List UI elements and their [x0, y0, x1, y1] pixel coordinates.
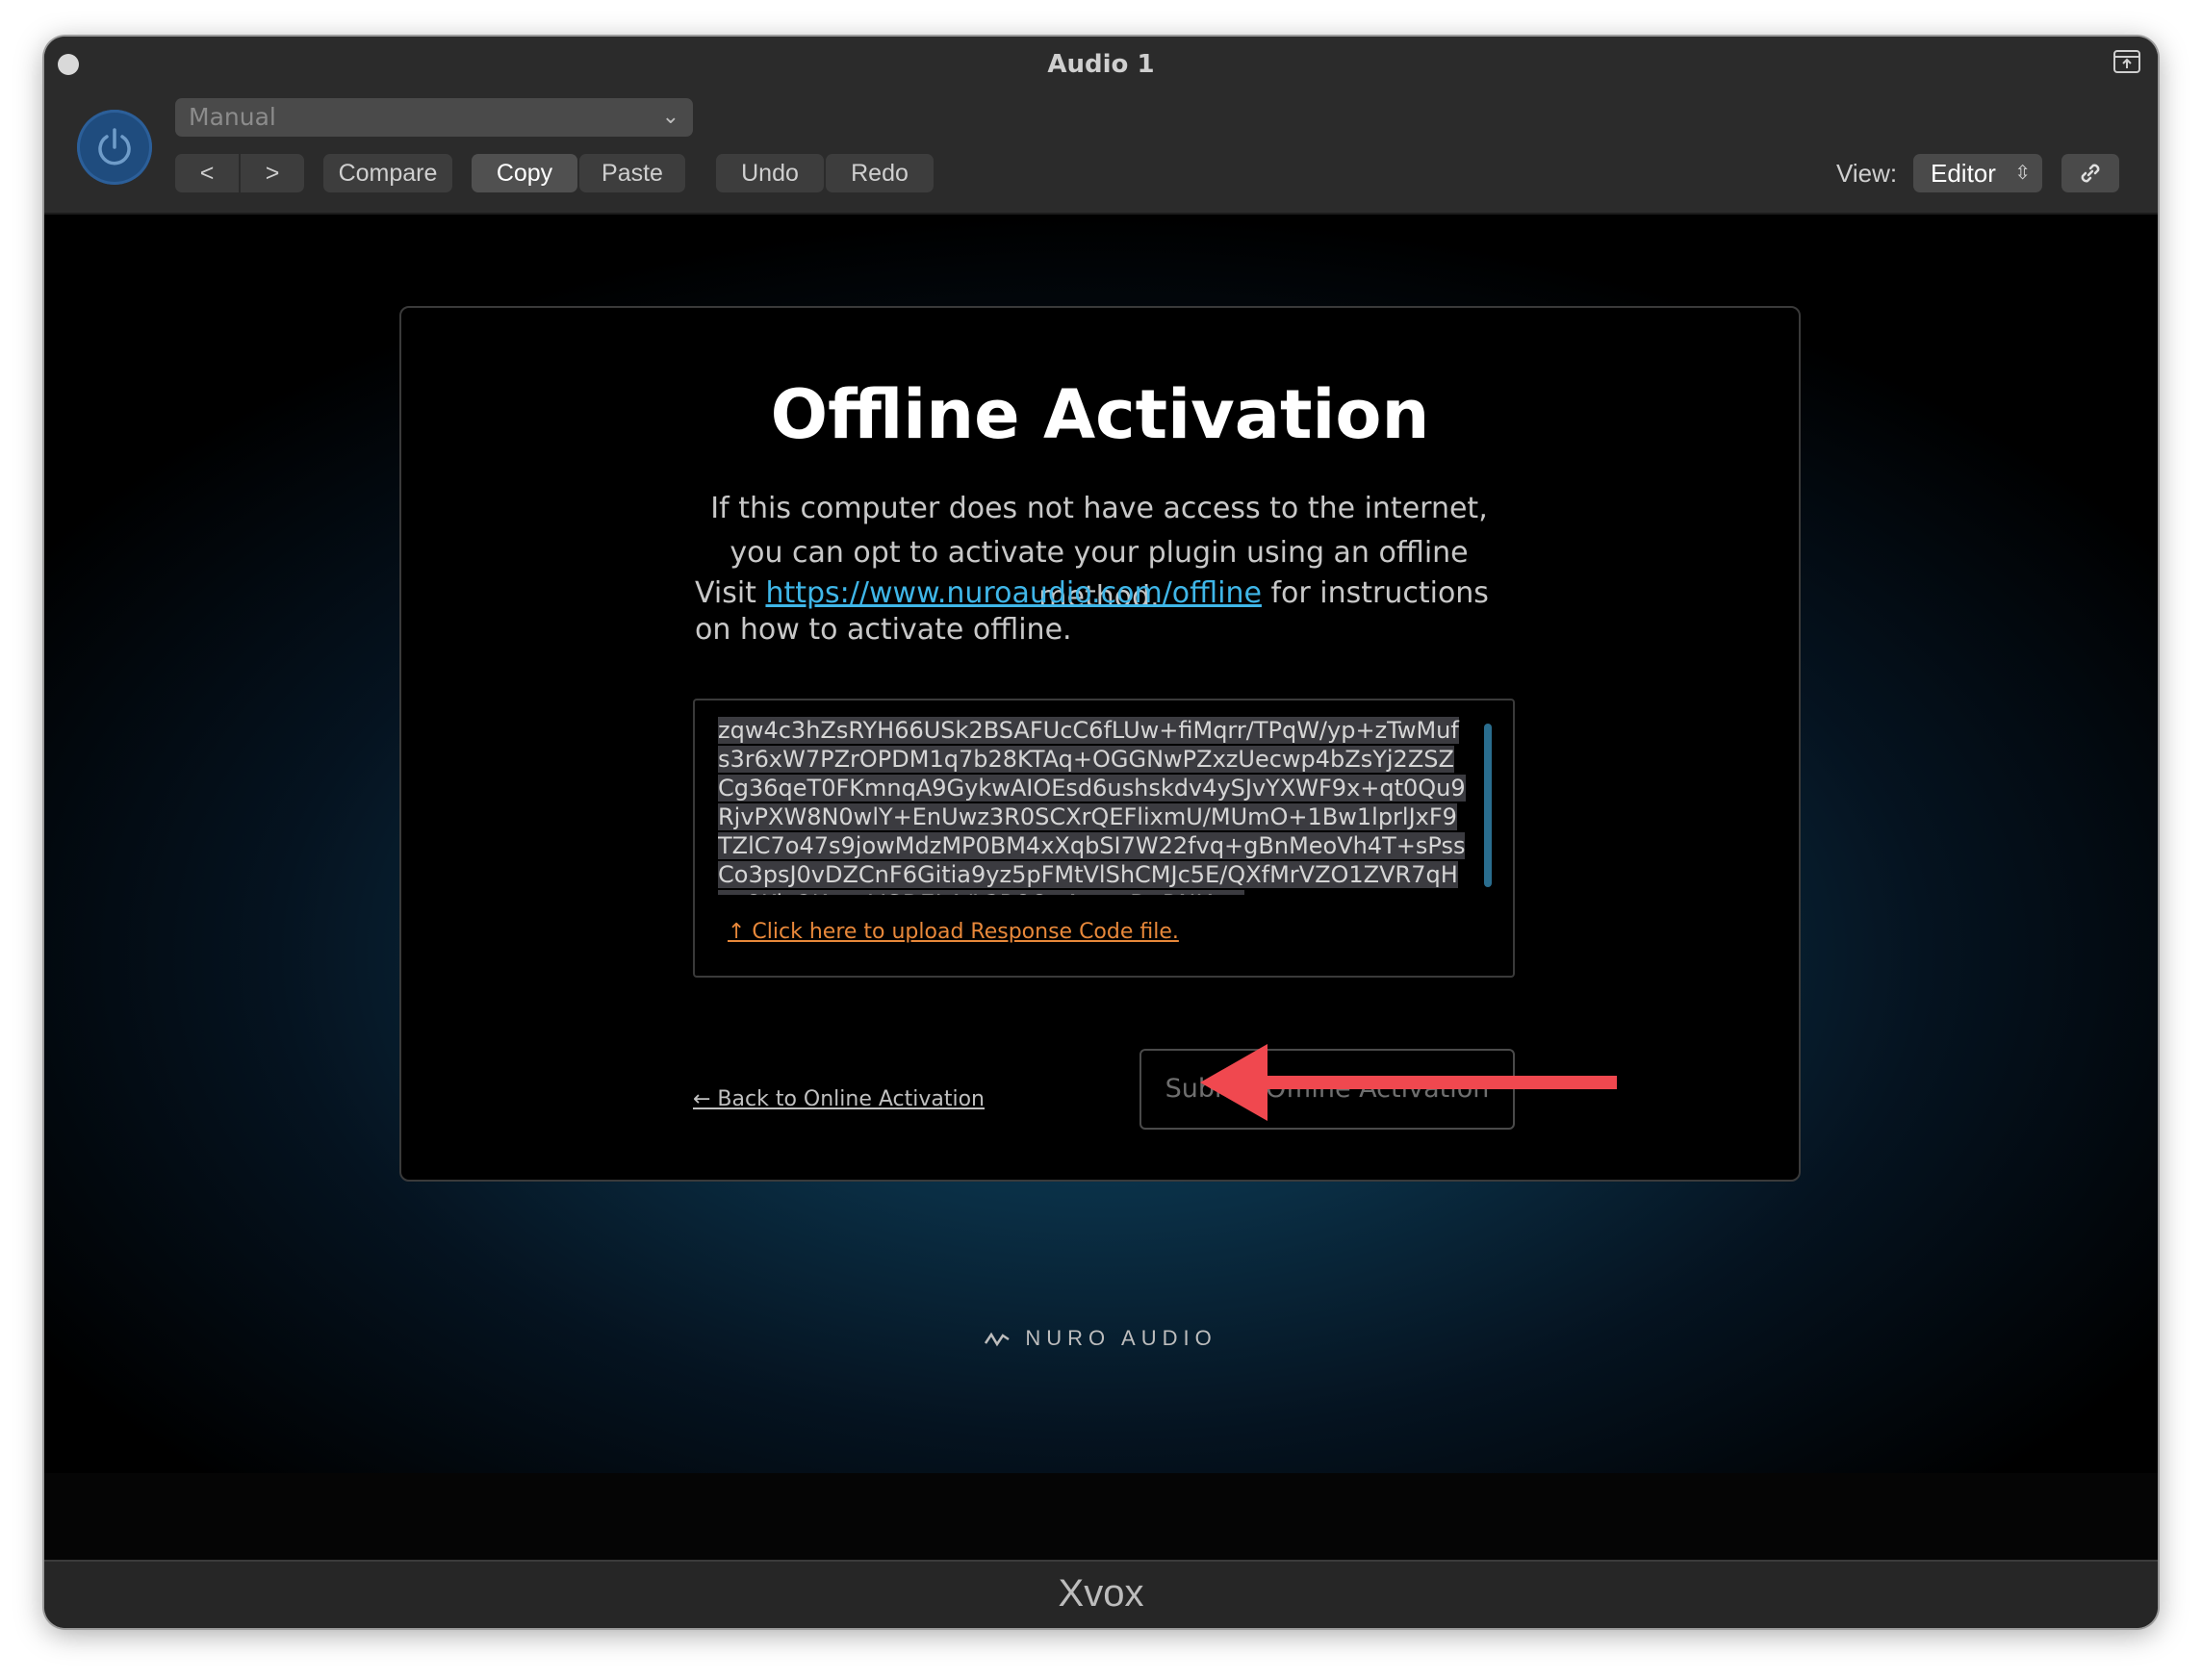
preset-dropdown[interactable]: Manual ⌄: [175, 98, 693, 137]
instructions-text: Visit https://www.nuroaudio.com/offline …: [695, 575, 1532, 649]
redo-button[interactable]: Redo: [826, 154, 934, 192]
chevron-down-icon: ⌄: [661, 105, 679, 129]
brand-name: NURO AUDIO: [1025, 1326, 1217, 1350]
power-icon: [98, 128, 131, 165]
nuro-wave-icon: [985, 1332, 1010, 1347]
window-title: Audio 1: [1047, 50, 1155, 79]
view-label: View:: [1836, 159, 1898, 188]
visit-prefix: Visit: [695, 576, 766, 610]
updown-chevron-icon: ⇳: [2014, 163, 2031, 184]
undo-button[interactable]: Undo: [716, 154, 824, 192]
annotation-arrow: [1200, 1044, 1617, 1121]
plugin-window: Audio 1 Manual ⌄ < > Compare Copy Paste: [44, 37, 2158, 1628]
window-expand-icon[interactable]: [2113, 50, 2140, 73]
code-scrollbar[interactable]: [1484, 724, 1492, 887]
view-value: Editor: [1931, 159, 1996, 188]
plugin-bottom-strip: [44, 1473, 2158, 1560]
link-button[interactable]: [2061, 154, 2119, 192]
next-preset-button[interactable]: >: [241, 154, 304, 192]
paste-button[interactable]: Paste: [579, 154, 685, 192]
host-toolbar: Audio 1 Manual ⌄ < > Compare Copy Paste: [44, 37, 2158, 215]
upload-response-code-link[interactable]: ↑ Click here to upload Response Code fil…: [728, 920, 1179, 944]
offline-instructions-link[interactable]: https://www.nuroaudio.com/offline: [765, 576, 1261, 610]
compare-button[interactable]: Compare: [323, 154, 452, 192]
response-code-textarea[interactable]: zqw4c3hZsRYH66USk2BSAFUcC6fLUw+fiMqrr/TP…: [718, 716, 1469, 895]
view-select[interactable]: Editor ⇳: [1913, 154, 2042, 192]
dialog-title: Offline Activation: [770, 375, 1430, 454]
link-icon: [2081, 164, 2100, 183]
power-button[interactable]: [77, 110, 152, 185]
preset-value: Manual: [189, 103, 276, 131]
back-to-online-activation-link[interactable]: ← Back to Online Activation: [693, 1087, 985, 1111]
copy-button[interactable]: Copy: [472, 154, 577, 192]
response-code-value: zqw4c3hZsRYH66USk2BSAFUcC6fLUw+fiMqrr/TP…: [718, 717, 1466, 895]
previous-preset-button[interactable]: <: [175, 154, 239, 192]
preset-nav-group: < >: [175, 154, 304, 192]
response-code-box[interactable]: zqw4c3hZsRYH66USk2BSAFUcC6fLUw+fiMqrr/TP…: [693, 699, 1515, 978]
plugin-name-footer: Xvox: [44, 1560, 2158, 1628]
brand-logo: NURO AUDIO: [44, 1326, 2158, 1351]
